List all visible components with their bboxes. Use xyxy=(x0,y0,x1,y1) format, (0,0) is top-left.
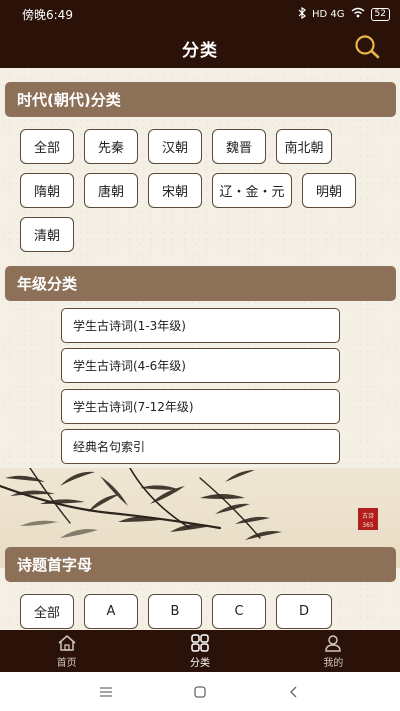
chip-dynasty-sui[interactable]: 隋朝 xyxy=(20,173,74,208)
tab-category-label: 分类 xyxy=(189,657,210,669)
home-icon xyxy=(58,634,76,651)
app-bar: 分类 xyxy=(0,28,400,68)
section-header-dynasty: 时代(朝代)分类 xyxy=(5,82,396,117)
chip-dynasty-han[interactable]: 汉朝 xyxy=(148,129,202,164)
bluetooth-icon xyxy=(298,6,306,22)
tab-home-label: 首页 xyxy=(56,657,77,669)
home-nav-button[interactable] xyxy=(188,680,212,704)
search-button[interactable] xyxy=(352,34,382,60)
status-time: 傍晚6:49 xyxy=(22,7,73,22)
tab-profile[interactable]: 我的 xyxy=(267,630,400,672)
back-icon xyxy=(290,686,297,697)
system-nav-bar xyxy=(0,672,400,711)
tab-profile-label: 我的 xyxy=(323,657,344,669)
back-nav-button[interactable] xyxy=(282,680,306,704)
menu-icon xyxy=(100,686,112,697)
grade-item-1-3[interactable]: 学生古诗词(1-3年级) xyxy=(61,308,340,343)
chip-initial-d[interactable]: D xyxy=(276,594,332,629)
svg-text:古诗: 古诗 xyxy=(362,512,374,520)
tab-category[interactable]: 分类 xyxy=(133,630,266,672)
section-header-grade: 年级分类 xyxy=(5,266,396,301)
section-title-initial: 诗题首字母 xyxy=(17,556,93,574)
svg-text:365: 365 xyxy=(362,522,374,529)
square-icon xyxy=(194,685,206,698)
chip-dynasty-qing[interactable]: 清朝 xyxy=(20,217,74,252)
chip-initial-all[interactable]: 全部 xyxy=(20,594,74,629)
chip-dynasty-xianqin[interactable]: 先秦 xyxy=(84,129,138,164)
chip-initial-c[interactable]: C xyxy=(212,594,266,629)
chip-dynasty-tang[interactable]: 唐朝 xyxy=(84,173,138,208)
network-label: HD 4G xyxy=(312,8,345,20)
category-content[interactable]: 时代(朝代)分类 全部 先秦 汉朝 魏晋 南北朝 隋朝 唐朝 宋朝 辽・金・元 … xyxy=(0,68,400,630)
grade-item-famous-lines[interactable]: 经典名句索引 xyxy=(61,429,340,464)
bottom-tab-bar: 首页 分类 我的 xyxy=(0,630,400,672)
chip-dynasty-nanbei[interactable]: 南北朝 xyxy=(276,129,332,164)
section-title-dynasty: 时代(朝代)分类 xyxy=(17,91,121,109)
chip-dynasty-all[interactable]: 全部 xyxy=(20,129,74,164)
chip-dynasty-weijin[interactable]: 魏晋 xyxy=(212,129,266,164)
page-title: 分类 xyxy=(182,40,218,61)
status-icons: HD 4G 52 xyxy=(298,6,390,22)
grade-item-7-12[interactable]: 学生古诗词(7-12年级) xyxy=(61,389,340,424)
wifi-icon xyxy=(351,7,365,21)
chip-dynasty-song[interactable]: 宋朝 xyxy=(148,173,202,208)
section-title-grade: 年级分类 xyxy=(17,275,78,293)
user-icon xyxy=(325,634,342,652)
battery-icon: 52 xyxy=(370,7,390,21)
chip-initial-a[interactable]: A xyxy=(84,594,138,629)
chip-dynasty-liaojinyuan[interactable]: 辽・金・元 xyxy=(212,173,292,208)
tab-home[interactable]: 首页 xyxy=(0,630,133,672)
chip-dynasty-ming[interactable]: 明朝 xyxy=(302,173,356,208)
grid-icon xyxy=(191,633,209,652)
grade-item-4-6[interactable]: 学生古诗词(4-6年级) xyxy=(61,348,340,383)
section-header-initial: 诗题首字母 xyxy=(5,547,396,582)
status-bar: 傍晚6:49 HD 4G 52 xyxy=(0,0,400,28)
chip-initial-b[interactable]: B xyxy=(148,594,202,629)
search-icon xyxy=(355,35,380,59)
menu-nav-button[interactable] xyxy=(94,680,118,704)
